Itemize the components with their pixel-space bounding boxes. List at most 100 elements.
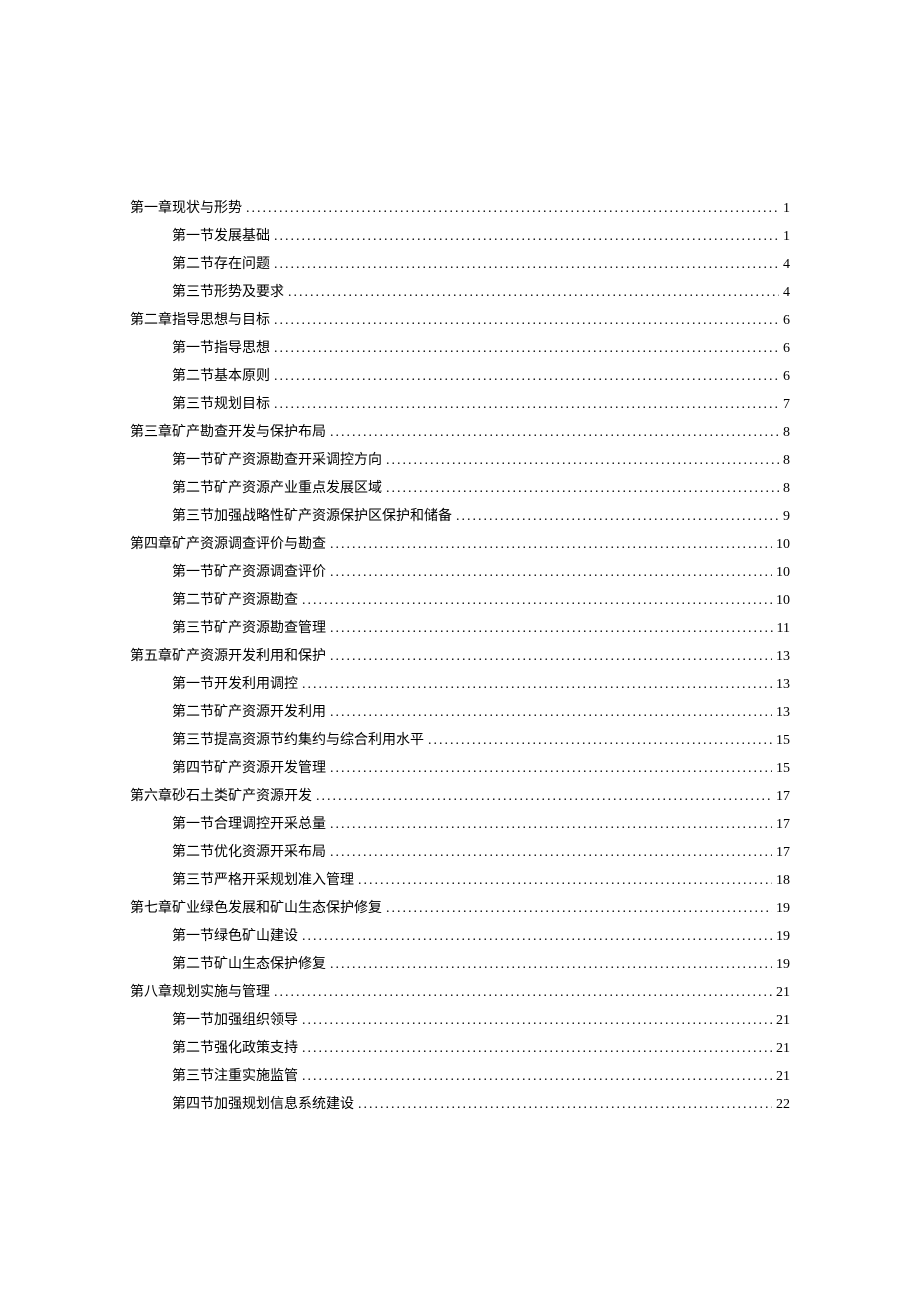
toc-entry: 第一节绿色矿山建设 19 — [130, 923, 790, 951]
toc-entry-title: 第三节加强战略性矿产资源保护区保护和储备 — [172, 503, 452, 531]
toc-entry: 第一节开发利用调控13 — [130, 671, 790, 699]
toc-entry-title: 第四节加强规划信息系统建设 — [172, 1091, 354, 1119]
toc-entry: 第二节矿产资源勘查 10 — [130, 587, 790, 615]
toc-entry-page: 8 — [783, 475, 790, 503]
toc-entry-page: 18 — [776, 867, 790, 895]
toc-entry-page: 22 — [776, 1091, 790, 1119]
toc-entry-title: 第四章矿产资源调查评价与勘查 — [130, 531, 326, 559]
toc-entry-page: 17 — [776, 811, 790, 839]
toc-entry-title: 第二节基本原则 — [172, 363, 270, 391]
toc-leader-dots — [428, 727, 772, 755]
toc-entry-title: 第二节矿产资源产业重点发展区域 — [172, 475, 382, 503]
toc-entry: 第四节加强规划信息系统建设 22 — [130, 1091, 790, 1119]
toc-entry-page: 11 — [777, 615, 790, 643]
toc-entry-page: 4 — [783, 251, 790, 279]
toc-leader-dots — [302, 923, 772, 951]
toc-leader-dots — [330, 839, 772, 867]
toc-leader-dots — [302, 1007, 772, 1035]
toc-entry: 第三节矿产资源勘查管理11 — [130, 615, 790, 643]
toc-leader-dots — [386, 475, 779, 503]
toc-leader-dots — [330, 643, 772, 671]
toc-entry-page: 7 — [783, 391, 790, 419]
toc-entry-title: 第一节矿产资源勘查开采调控方向 — [172, 447, 382, 475]
toc-entry-page: 10 — [776, 587, 790, 615]
toc-entry: 第七章矿业绿色发展和矿山生态保护修复 19 — [130, 895, 790, 923]
toc-entry-title: 第二节强化政策支持 — [172, 1035, 298, 1063]
toc-entry: 第一节矿产资源勘查开采调控方向 8 — [130, 447, 790, 475]
toc-entry: 第四节矿产资源开发管理15 — [130, 755, 790, 783]
toc-entry-page: 13 — [776, 699, 790, 727]
toc-leader-dots — [288, 279, 779, 307]
toc-entry-page: 8 — [783, 419, 790, 447]
toc-entry-title: 第四节矿产资源开发管理 — [172, 755, 326, 783]
toc-leader-dots — [386, 895, 772, 923]
toc-leader-dots — [330, 615, 773, 643]
toc-entry-page: 19 — [776, 923, 790, 951]
toc-entry-title: 第五章矿产资源开发利用和保护 — [130, 643, 326, 671]
toc-entry-page: 10 — [776, 531, 790, 559]
toc-entry-title: 第二节优化资源开采布局 — [172, 839, 326, 867]
toc-entry: 第二节优化资源开采布局17 — [130, 839, 790, 867]
toc-entry-title: 第一节发展基础 — [172, 223, 270, 251]
toc-entry-title: 第六章砂石土类矿产资源开发 — [130, 783, 312, 811]
table-of-contents: 第一章现状与形势1第一节发展基础1第二节存在问题4第三节形势及要求4第二章指导思… — [130, 195, 790, 1119]
toc-entry-title: 第一节加强组织领导 — [172, 1007, 298, 1035]
toc-entry-title: 第一节指导思想 — [172, 335, 270, 363]
toc-entry-page: 21 — [776, 1007, 790, 1035]
toc-leader-dots — [330, 699, 772, 727]
toc-leader-dots — [386, 447, 779, 475]
toc-entry: 第二节矿产资源开发利用13 — [130, 699, 790, 727]
toc-entry: 第一章现状与形势1 — [130, 195, 790, 223]
toc-entry: 第三节规划目标7 — [130, 391, 790, 419]
toc-entry-page: 6 — [783, 363, 790, 391]
toc-entry: 第八章规划实施与管理 21 — [130, 979, 790, 1007]
toc-entry: 第二节矿山生态保护修复19 — [130, 951, 790, 979]
toc-entry: 第一节指导思想 6 — [130, 335, 790, 363]
toc-leader-dots — [274, 391, 779, 419]
toc-leader-dots — [302, 1063, 772, 1091]
toc-entry-title: 第一节绿色矿山建设 — [172, 923, 298, 951]
toc-entry: 第三章矿产勘查开发与保护布局8 — [130, 419, 790, 447]
toc-leader-dots — [330, 559, 772, 587]
toc-entry-page: 21 — [776, 979, 790, 1007]
toc-entry-page: 19 — [776, 895, 790, 923]
toc-entry-page: 1 — [783, 195, 790, 223]
toc-entry-title: 第二节存在问题 — [172, 251, 270, 279]
toc-leader-dots — [274, 363, 779, 391]
toc-entry-title: 第三节形势及要求 — [172, 279, 284, 307]
toc-entry-page: 10 — [776, 559, 790, 587]
toc-entry-title: 第一节矿产资源调查评价 — [172, 559, 326, 587]
toc-entry-title: 第三节提高资源节约集约与综合利用水平 — [172, 727, 424, 755]
toc-leader-dots — [246, 195, 779, 223]
toc-leader-dots — [358, 1091, 772, 1119]
toc-entry-title: 第三节严格开采规划准入管理 — [172, 867, 354, 895]
toc-entry: 第三节加强战略性矿产资源保护区保护和储备9 — [130, 503, 790, 531]
toc-entry: 第四章矿产资源调查评价与勘查 10 — [130, 531, 790, 559]
toc-entry-title: 第七章矿业绿色发展和矿山生态保护修复 — [130, 895, 382, 923]
toc-leader-dots — [330, 531, 772, 559]
toc-entry-page: 13 — [776, 643, 790, 671]
toc-entry: 第三节注重实施监管21 — [130, 1063, 790, 1091]
toc-leader-dots — [302, 1035, 772, 1063]
toc-leader-dots — [274, 251, 779, 279]
toc-leader-dots — [330, 951, 772, 979]
toc-leader-dots — [274, 223, 779, 251]
toc-entry-page: 15 — [776, 727, 790, 755]
toc-entry-title: 第三节注重实施监管 — [172, 1063, 298, 1091]
toc-entry: 第六章砂石土类矿产资源开发17 — [130, 783, 790, 811]
toc-entry: 第二节基本原则 6 — [130, 363, 790, 391]
toc-leader-dots — [456, 503, 779, 531]
toc-entry-page: 6 — [783, 335, 790, 363]
toc-entry: 第二节矿产资源产业重点发展区域 8 — [130, 475, 790, 503]
toc-entry-page: 1 — [783, 223, 790, 251]
toc-entry-title: 第八章规划实施与管理 — [130, 979, 270, 1007]
toc-leader-dots — [274, 979, 772, 1007]
toc-leader-dots — [358, 867, 772, 895]
toc-leader-dots — [302, 671, 772, 699]
toc-entry-page: 8 — [783, 447, 790, 475]
toc-entry: 第五章矿产资源开发利用和保护 13 — [130, 643, 790, 671]
toc-entry: 第一节发展基础 1 — [130, 223, 790, 251]
toc-entry-title: 第二节矿产资源勘查 — [172, 587, 298, 615]
toc-entry-page: 21 — [776, 1035, 790, 1063]
toc-leader-dots — [302, 587, 772, 615]
